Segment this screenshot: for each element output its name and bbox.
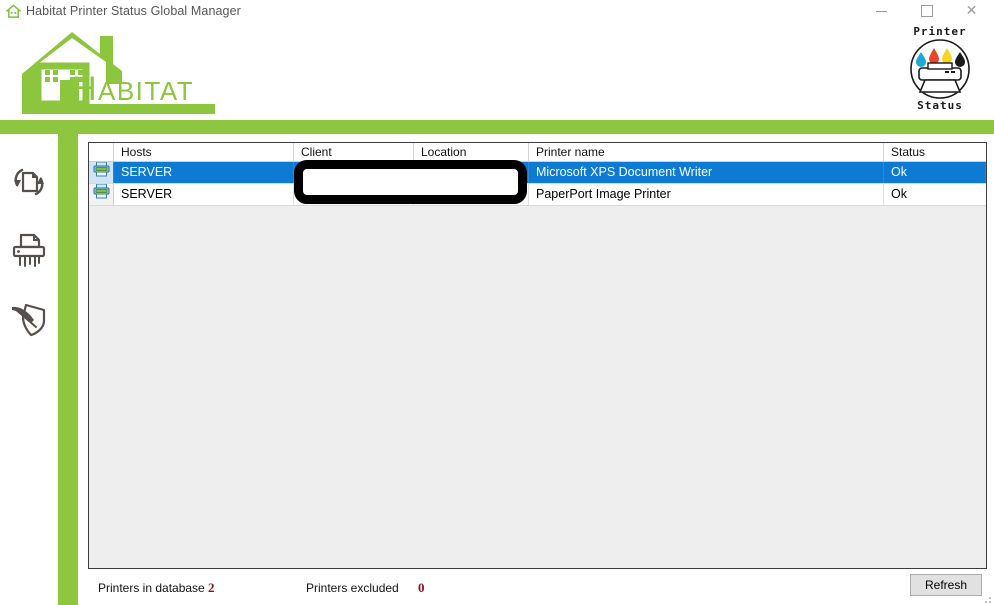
- header-banner: H ABITAT Printer Status: [0, 22, 994, 120]
- window-title: Habitat Printer Status Global Manager: [26, 4, 241, 18]
- printers-excluded-value: 0: [418, 580, 425, 595]
- column-header-printer-name[interactable]: Printer name: [529, 143, 884, 161]
- column-header-icon[interactable]: [89, 143, 114, 161]
- title-bar: Habitat Printer Status Global Manager ✕: [0, 0, 994, 23]
- shredder-icon: [9, 230, 49, 273]
- sidebar-toolbar: [0, 134, 58, 605]
- status-bar: Printers in database 2 Printers excluded…: [88, 574, 994, 605]
- table-row[interactable]: SERVER Microsoft XPS Document Writer Ok: [89, 162, 986, 184]
- resize-grip[interactable]: [980, 592, 992, 604]
- cell-status: Ok: [884, 162, 986, 183]
- printer-logo-top-label: Printer: [913, 25, 967, 38]
- sidebar-item-refresh-documents[interactable]: [6, 160, 52, 206]
- cell-printer-name: PaperPort Image Printer: [529, 184, 884, 205]
- application-window: Habitat Printer Status Global Manager ✕: [0, 0, 994, 605]
- table-row[interactable]: SERVER PaperPort Image Printer Ok: [89, 184, 986, 206]
- sidebar-item-quill-shield[interactable]: [6, 296, 52, 342]
- main-content: Hosts Client Location Printer name Statu…: [78, 134, 994, 605]
- sidebar-item-shredder[interactable]: [6, 228, 52, 274]
- cell-status: Ok: [891, 187, 907, 201]
- highlight-box: [294, 160, 527, 204]
- printers-table[interactable]: Hosts Client Location Printer name Statu…: [88, 142, 987, 569]
- quill-shield-icon: [7, 297, 51, 342]
- printers-excluded-label: Printers excluded: [306, 581, 399, 595]
- cell-hosts: SERVER: [114, 162, 294, 183]
- column-header-location[interactable]: Location: [414, 143, 529, 161]
- cell-printer-name: Microsoft XPS Document Writer: [529, 162, 884, 183]
- column-header-status[interactable]: Status: [884, 143, 986, 161]
- row-printer-icon-cell: [89, 162, 114, 183]
- green-side-strip: [58, 134, 78, 605]
- table-header-row: Hosts Client Location Printer name Statu…: [89, 143, 986, 162]
- printer-icon: [93, 184, 110, 205]
- svg-text:H: H: [72, 70, 97, 108]
- column-header-client[interactable]: Client: [294, 143, 414, 161]
- printers-in-database-label: Printers in database: [98, 581, 205, 595]
- row-printer-icon-cell: [89, 184, 114, 205]
- table-body: SERVER Microsoft XPS Document Writer Ok: [89, 162, 986, 206]
- printer-logo-bottom-label: Status: [917, 99, 963, 112]
- printer-icon: [93, 162, 110, 183]
- house-icon: [0, 0, 26, 22]
- minimize-button[interactable]: [859, 0, 904, 22]
- refresh-documents-icon: [8, 162, 50, 205]
- close-button[interactable]: ✕: [949, 0, 994, 22]
- green-accent-bar: [0, 120, 994, 134]
- cell-hosts: SERVER: [114, 184, 294, 205]
- column-header-hosts[interactable]: Hosts: [114, 143, 294, 161]
- habitat-logo: H ABITAT: [10, 22, 230, 120]
- svg-text:ABITAT: ABITAT: [98, 76, 194, 106]
- printers-in-database-value: 2: [208, 580, 215, 595]
- maximize-button[interactable]: [904, 0, 949, 22]
- printer-status-logo: Printer Status: [894, 26, 986, 118]
- refresh-button[interactable]: Refresh: [910, 574, 982, 596]
- window-controls: ✕: [859, 0, 994, 22]
